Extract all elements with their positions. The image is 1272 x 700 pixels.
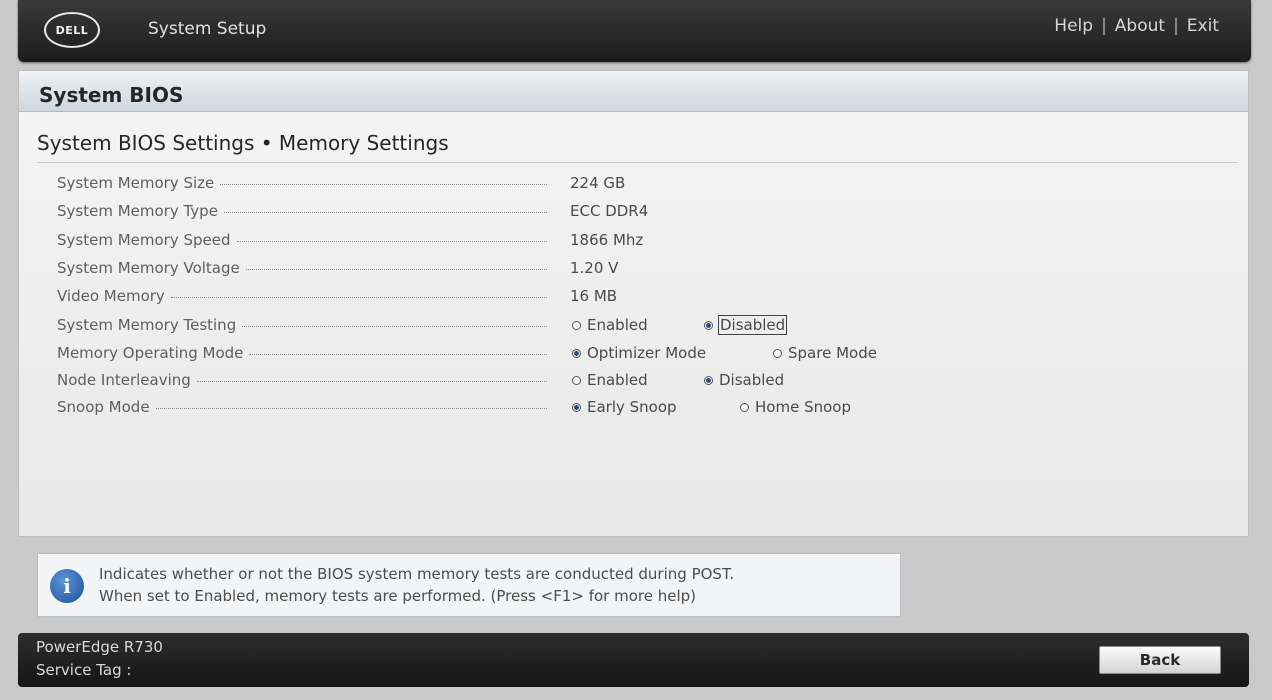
setting-label: System Memory Testing — [57, 316, 237, 334]
help-line-1: Indicates whether or not the BIOS system… — [99, 565, 735, 583]
setting-label: System Memory Type — [57, 202, 218, 220]
leader-dots — [155, 408, 547, 409]
leader-dots — [249, 354, 547, 355]
leader-dots — [245, 269, 547, 270]
memory-testing-enabled-radio[interactable]: Enabled — [572, 316, 648, 334]
top-bar: DELL System Setup Help | About | Exit — [18, 0, 1251, 62]
optimizer-mode-radio[interactable]: Optimizer Mode — [572, 344, 706, 362]
home-snoop-radio[interactable]: Home Snoop — [740, 398, 851, 416]
option-label: Optimizer Mode — [587, 344, 707, 362]
back-button[interactable]: Back — [1099, 646, 1221, 674]
settings-panel: System BIOS System BIOS Settings • Memor… — [18, 70, 1249, 537]
leader-dots — [242, 326, 547, 327]
setting-row-snoop-mode: Snoop Mode Early Snoop Home Snoop — [57, 398, 1207, 422]
leader-dots — [223, 212, 547, 213]
footer-bar: PowerEdge R730 Service Tag : Back — [18, 633, 1249, 687]
setting-label: Memory Operating Mode — [57, 344, 244, 362]
option-label: Enabled — [587, 371, 648, 389]
radio-selected-icon — [704, 375, 713, 385]
early-snoop-radio[interactable]: Early Snoop — [572, 398, 677, 416]
setting-row-memory-speed: System Memory Speed 1866 Mhz — [57, 231, 1207, 255]
radio-unselected-icon — [740, 402, 749, 412]
radio-unselected-icon — [773, 348, 782, 358]
setting-label: System Memory Voltage — [57, 259, 240, 277]
leader-dots — [220, 184, 547, 185]
option-label: Early Snoop — [587, 398, 677, 416]
setting-label: Snoop Mode — [57, 398, 150, 416]
dell-logo: DELL — [44, 12, 100, 48]
memory-testing-disabled-radio[interactable]: Disabled — [704, 315, 788, 335]
app-title: System Setup — [148, 19, 267, 39]
link-separator: | — [1173, 16, 1179, 36]
leader-dots — [170, 297, 547, 298]
setting-value: 1866 Mhz — [570, 231, 644, 249]
about-link[interactable]: About — [1115, 16, 1165, 36]
help-box: i Indicates whether or not the BIOS syst… — [37, 553, 901, 617]
top-links: Help | About | Exit — [1054, 16, 1219, 36]
radio-selected-icon — [704, 320, 713, 330]
setting-label: Node Interleaving — [57, 371, 191, 389]
setting-value: 224 GB — [570, 174, 626, 192]
option-label: Spare Mode — [788, 344, 877, 362]
setting-label: Video Memory — [57, 287, 165, 305]
exit-link[interactable]: Exit — [1187, 16, 1219, 36]
help-link[interactable]: Help — [1054, 16, 1093, 36]
help-line-2: When set to Enabled, memory tests are pe… — [99, 587, 697, 605]
option-label: Home Snoop — [755, 398, 851, 416]
radio-selected-icon — [572, 348, 581, 358]
spare-mode-radio[interactable]: Spare Mode — [773, 344, 877, 362]
setting-value: 1.20 V — [570, 259, 619, 277]
node-interleaving-disabled-radio[interactable]: Disabled — [704, 371, 784, 389]
setting-row-video-memory: Video Memory 16 MB — [57, 287, 1207, 311]
setting-row-node-interleaving: Node Interleaving Enabled Disabled — [57, 371, 1207, 395]
radio-unselected-icon — [572, 320, 581, 330]
info-icon: i — [50, 569, 84, 603]
leader-dots — [236, 241, 547, 242]
option-label: Disabled — [717, 315, 788, 335]
leader-dots — [196, 381, 547, 382]
radio-unselected-icon — [572, 375, 581, 385]
setting-label: System Memory Speed — [57, 231, 231, 249]
radio-selected-icon — [572, 402, 581, 412]
help-text: Indicates whether or not the BIOS system… — [99, 563, 734, 607]
setting-row-memory-operating-mode: Memory Operating Mode Optimizer Mode Spa… — [57, 344, 1207, 368]
setting-label: System Memory Size — [57, 174, 215, 192]
breadcrumb: System BIOS Settings • Memory Settings — [37, 131, 1237, 163]
option-label: Disabled — [719, 371, 785, 389]
setting-row-memory-testing: System Memory Testing Enabled Disabled — [57, 315, 1207, 340]
model-name: PowerEdge R730 — [36, 638, 163, 656]
link-separator: | — [1101, 16, 1107, 36]
option-label: Enabled — [587, 316, 648, 334]
panel-title: System BIOS — [19, 71, 1248, 112]
setting-value: 16 MB — [570, 287, 618, 305]
setting-row-memory-type: System Memory Type ECC DDR4 — [57, 202, 1207, 226]
service-tag-label: Service Tag : — [36, 661, 132, 679]
setting-row-memory-size: System Memory Size 224 GB — [57, 174, 1207, 198]
node-interleaving-enabled-radio[interactable]: Enabled — [572, 371, 648, 389]
setting-row-memory-voltage: System Memory Voltage 1.20 V — [57, 259, 1207, 283]
setting-value: ECC DDR4 — [570, 202, 649, 220]
